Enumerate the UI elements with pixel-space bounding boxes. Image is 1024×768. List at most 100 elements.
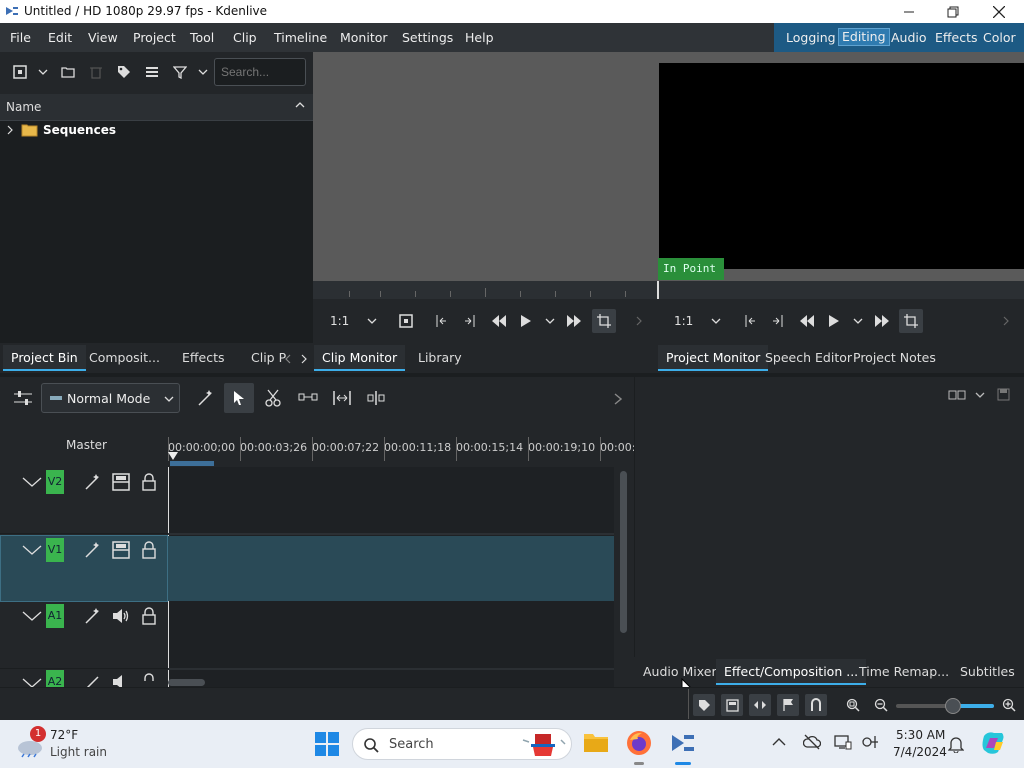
tab-library[interactable]: Library [410,345,470,371]
firefox-icon[interactable] [626,730,652,756]
project-crop-icon[interactable] [899,309,923,333]
track-header-a2[interactable]: A2 [0,670,168,687]
project-rewind-icon[interactable] [799,314,815,328]
master-label[interactable]: Master [66,438,107,452]
horizontal-scroll-thumb[interactable] [168,679,205,686]
windows-start-icon[interactable] [315,732,339,756]
timeline-playhead-marker[interactable] [168,452,178,460]
fast-forward-icon[interactable] [566,314,582,328]
tab-project-monitor[interactable]: Project Monitor [658,345,769,371]
project-set-out-icon[interactable] [772,314,784,328]
tab-scroll-left-icon[interactable] [285,354,291,364]
tag-icon[interactable] [114,62,134,82]
project-play-options-chevron-icon[interactable] [853,318,863,324]
tab-scroll-right-icon[interactable] [301,354,307,364]
vertical-scrollbar[interactable] [614,467,634,687]
add-clip-icon[interactable] [10,62,30,82]
weather-desc[interactable]: Light rain [50,745,107,759]
expand-arrow-icon[interactable] [7,125,13,135]
lock-icon[interactable] [142,607,156,625]
effects-wand-icon[interactable] [84,673,102,687]
track-header-a1[interactable]: A1 [0,602,168,669]
list-view-icon[interactable] [142,62,162,82]
slip-tool-icon[interactable] [366,390,386,406]
tab-project-notes[interactable]: Project Notes [845,345,944,371]
tray-network-icon[interactable] [861,734,879,750]
properties-chevron-down-icon[interactable] [975,392,985,398]
filter-chevron-down-icon[interactable] [194,62,212,82]
tab-compositions[interactable]: Composit... [81,345,168,371]
tray-cloud-off-icon[interactable] [803,734,821,750]
menu-edit[interactable]: Edit [48,30,72,45]
status-magnet-icon[interactable] [805,694,827,716]
clip-zoom-chevron-icon[interactable] [367,318,377,324]
filter-icon[interactable] [170,62,190,82]
menu-timeline[interactable]: Timeline [274,30,327,45]
layout-audio[interactable]: Audio [891,30,927,45]
maximize-button[interactable] [930,0,976,23]
project-play-icon[interactable] [828,314,840,328]
set-out-point-icon[interactable] [464,314,476,328]
selection-tool-icon[interactable] [224,383,254,413]
project-zoom-chevron-icon[interactable] [711,318,721,324]
edit-mode-select[interactable]: Normal Mode [41,383,180,413]
kdenlive-taskbar-icon[interactable] [670,731,696,755]
clock-date[interactable]: 7/4/2024 [893,745,947,759]
zoom-out-icon[interactable] [874,698,888,712]
menu-file[interactable]: File [10,30,31,45]
clock-time[interactable]: 5:30 AM [896,728,945,742]
status-flag-icon[interactable] [777,694,799,716]
project-toolbar-more-icon[interactable] [1003,316,1009,326]
status-film-icon[interactable] [721,694,743,716]
track-header-v2[interactable]: V2 [0,467,168,534]
ripple-tool-icon[interactable] [332,390,352,406]
track-header-v1[interactable]: V1 [0,535,168,602]
menu-view[interactable]: View [88,30,118,45]
bin-folder-row[interactable]: Sequences [0,121,313,139]
file-explorer-icon[interactable] [583,730,609,754]
play-icon[interactable] [520,314,532,328]
tray-chevron-up-icon[interactable] [772,738,786,746]
zoom-in-icon[interactable] [1002,698,1016,712]
tab-project-bin[interactable]: Project Bin [3,345,86,371]
effects-wand-icon[interactable] [84,473,102,491]
menu-help[interactable]: Help [465,30,494,45]
weather-widget-icon[interactable]: 1 [16,726,46,758]
sort-up-icon[interactable] [295,102,305,108]
project-monitor-view[interactable] [659,63,1024,269]
zoom-slider-handle[interactable] [945,698,961,714]
zoom-slider[interactable] [896,698,994,714]
film-strip-icon[interactable] [112,473,130,491]
bin-column-header[interactable]: Name [0,94,313,121]
timeline-toolbar-more-icon[interactable] [614,393,622,405]
clip-monitor-ruler[interactable] [313,281,657,299]
status-tag-icon[interactable] [693,694,715,716]
save-preset-icon[interactable] [997,388,1010,401]
lock-icon[interactable] [142,541,156,559]
clip-zoom-value[interactable]: 1:1 [330,314,349,328]
vertical-scroll-thumb[interactable] [620,471,627,633]
layout-logging[interactable]: Logging [786,30,836,45]
magic-wand-tool-icon[interactable] [197,389,215,407]
menu-settings[interactable]: Settings [402,30,453,45]
compare-icon[interactable] [948,389,966,401]
tab-effects[interactable]: Effects [174,345,233,371]
minimize-button[interactable] [886,0,932,23]
clip-monitor-view[interactable] [313,52,657,281]
menu-tool[interactable]: Tool [190,30,214,45]
menu-clip[interactable]: Clip [233,30,257,45]
weather-temp[interactable]: 72°F [50,728,78,742]
tab-clip-monitor[interactable]: Clip Monitor [314,345,406,371]
lock-icon[interactable] [142,673,156,687]
tab-subtitles[interactable]: Subtitles [952,659,1023,685]
razor-tool-icon[interactable] [265,389,281,407]
layout-effects[interactable]: Effects [935,30,978,45]
tab-time-remap[interactable]: Time Remap... [851,659,957,685]
timeline-settings-icon[interactable] [13,390,33,406]
film-strip-icon[interactable] [112,541,130,559]
track-collapse-chevron-icon[interactable] [22,611,42,621]
effects-wand-icon[interactable] [84,541,102,559]
tray-display-icon[interactable] [834,734,852,750]
status-snap-icon[interactable] [749,694,771,716]
track-collapse-chevron-icon[interactable] [22,477,42,487]
